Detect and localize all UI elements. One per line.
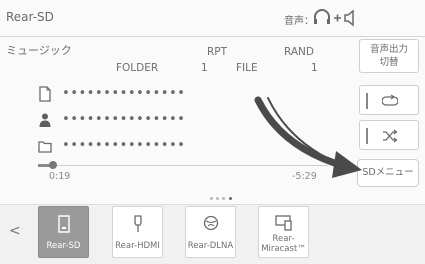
repeat-button[interactable]	[359, 85, 419, 115]
folder-name: •••••••••••••••	[62, 138, 186, 153]
page-title: Rear-SD	[6, 10, 54, 24]
source-label: Rear-DLNA	[187, 241, 234, 251]
source-label: Rear-HDMI	[115, 241, 160, 251]
track-title: •••••••••••••••	[62, 86, 186, 101]
folder-icon	[38, 141, 52, 153]
source-type-label: ミュージック	[6, 44, 72, 57]
progress-knob[interactable]	[48, 161, 57, 169]
source-tile-rear-hdmi[interactable]: Rear-HDMI	[112, 206, 163, 258]
chevron-left-icon[interactable]: <	[9, 223, 21, 239]
repeat-label: RPT	[207, 46, 228, 58]
headphones-plus-speaker-icon	[314, 9, 354, 27]
page-dot-active	[229, 197, 232, 200]
random-number: 1	[311, 62, 318, 74]
hdmi-plug-icon	[133, 215, 142, 232]
audio-output-label: 音声：	[284, 16, 314, 27]
page-dot	[222, 197, 225, 200]
repeat-icon	[382, 94, 398, 106]
source-label: Miracast™	[261, 244, 306, 254]
source-tile-rear-sd[interactable]: Rear-SD	[38, 206, 89, 258]
random-mode: FILE	[236, 62, 258, 74]
repeat-number: 1	[201, 62, 208, 74]
miracast-screen-icon	[274, 215, 292, 231]
audio-output-line2: 切替	[379, 57, 399, 68]
source-tile-rear-dlna[interactable]: Rear-DLNA	[185, 206, 236, 258]
sd-card-icon	[57, 215, 70, 233]
elapsed-time: 0:19	[49, 171, 71, 182]
audio-output-line1: 音声出力	[369, 44, 408, 55]
audio-output-switch-button[interactable]: 音声出力 切替	[359, 39, 419, 73]
file-icon	[39, 86, 51, 102]
repeat-indicator	[366, 93, 368, 109]
source-tile-rear-miracast[interactable]: Rear- Miracast™	[258, 206, 309, 258]
header-divider	[0, 36, 425, 37]
source-label: Rear-	[272, 234, 295, 244]
page-dot	[210, 197, 213, 200]
shuffle-icon	[383, 129, 398, 143]
shuffle-indicator	[366, 128, 368, 144]
sd-menu-button[interactable]: SDメニュー	[357, 159, 419, 187]
shuffle-button[interactable]	[359, 120, 419, 150]
source-label: Rear-SD	[46, 241, 81, 251]
person-icon	[39, 113, 51, 127]
artist-name: •••••••••••••••	[62, 112, 186, 127]
callout-arrow-icon	[254, 96, 362, 178]
page-dot	[216, 197, 219, 200]
media-screen: Rear-SD 音声： ミュージック RPT RAND FOLDER 1 FIL…	[0, 0, 425, 264]
random-label: RAND	[284, 46, 314, 58]
repeat-mode: FOLDER	[116, 62, 159, 74]
globe-icon	[203, 215, 218, 231]
